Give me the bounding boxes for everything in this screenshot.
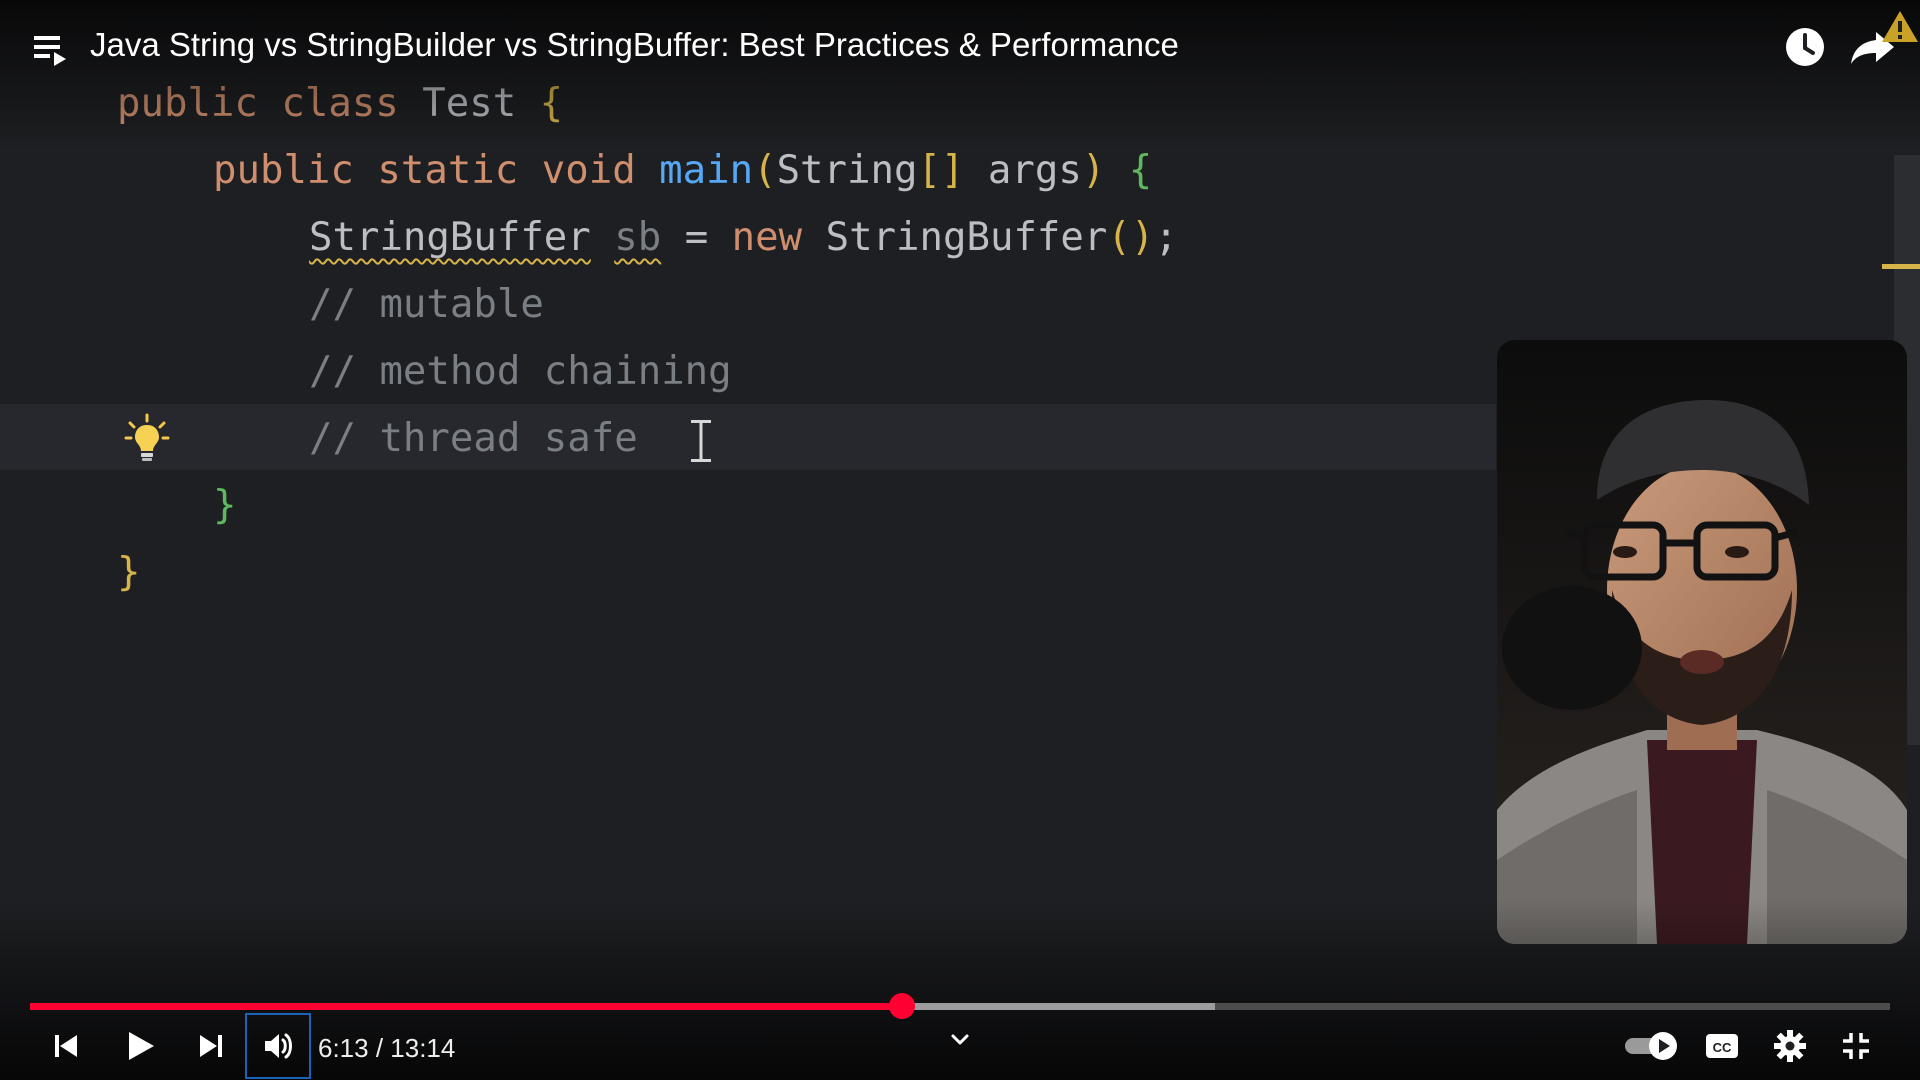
code-editor-frame: public class Test { public static void m…: [0, 70, 1496, 970]
code-token: sb: [614, 215, 662, 260]
code-line-5: // method chaining: [309, 338, 732, 405]
svg-text:CC: CC: [1713, 1040, 1732, 1055]
code-token: ;: [1154, 215, 1178, 260]
current-line-highlight: [0, 404, 1496, 470]
progress-bar[interactable]: [30, 993, 1890, 1019]
code-token: []: [917, 148, 965, 193]
code-line-3: StringBuffer sb = new StringBuffer();: [309, 204, 1178, 271]
chevron-down-icon: [949, 1032, 971, 1053]
code-line-6: // thread safe: [309, 405, 638, 472]
captions-icon: CC: [1704, 1031, 1740, 1066]
webcam-overlay: [1497, 340, 1907, 944]
autoplay-toggle[interactable]: [1622, 1020, 1682, 1076]
code-line-7: }: [213, 472, 236, 539]
time-current: 6:13: [318, 1033, 369, 1063]
code-token: (): [1107, 215, 1155, 260]
text-cursor-icon: [688, 418, 714, 464]
play-icon: [123, 1029, 157, 1068]
warning-icon: [1880, 8, 1920, 44]
volume-button[interactable]: [254, 1020, 302, 1076]
lightbulb-icon[interactable]: [124, 413, 170, 463]
exit-fullscreen-button[interactable]: [1836, 1020, 1876, 1076]
playlist-button[interactable]: [28, 28, 72, 68]
exit-fullscreen-icon: [1840, 1030, 1872, 1067]
watch-later-icon: [1780, 28, 1830, 76]
code-comment: // mutable: [309, 282, 544, 327]
settings-button[interactable]: [1768, 1020, 1812, 1076]
next-icon: [195, 1030, 227, 1067]
settings-icon: [1773, 1029, 1807, 1068]
code-token: StringBuffer: [825, 215, 1108, 260]
code-token: static: [377, 148, 519, 193]
scrollbar-warning-marker: [1882, 264, 1920, 269]
code-token: (: [753, 148, 777, 193]
captions-button[interactable]: CC: [1702, 1020, 1742, 1076]
volume-icon: [261, 1029, 295, 1068]
code-token: public: [213, 148, 354, 193]
code-token: args: [987, 148, 1082, 193]
time-separator: /: [368, 1033, 391, 1063]
code-token: ): [1081, 148, 1106, 193]
chapter-expand-button[interactable]: [944, 1024, 976, 1060]
progress-played: [30, 1003, 903, 1010]
code-line-2: public static void main(String[] args) {: [213, 137, 1152, 204]
code-token: void: [541, 148, 636, 193]
time-total: 13:14: [390, 1033, 456, 1063]
progress-scrubber[interactable]: [889, 993, 916, 1019]
title-bar: Java String vs StringBuilder vs StringBu…: [0, 0, 1920, 90]
watch-later-button[interactable]: [1780, 22, 1830, 72]
code-token: main: [659, 148, 754, 193]
code-token: }: [213, 483, 237, 528]
code-comment: // thread safe: [309, 416, 638, 461]
play-button[interactable]: [116, 1020, 164, 1076]
previous-icon: [50, 1030, 82, 1067]
time-display: 6:13 / 13:14: [318, 1028, 455, 1068]
code-token: StringBuffer: [309, 215, 591, 260]
code-line-8: }: [117, 539, 140, 606]
next-button[interactable]: [189, 1020, 233, 1076]
playlist-icon: [28, 36, 72, 72]
autoplay-toggle-icon: [1623, 1029, 1681, 1068]
code-token: new: [731, 215, 803, 260]
code-token: =: [684, 215, 709, 260]
previous-button[interactable]: [44, 1020, 88, 1076]
video-title[interactable]: Java String vs StringBuilder vs StringBu…: [90, 22, 1179, 68]
code-token: {: [1128, 148, 1153, 193]
share-icon: [1846, 32, 1900, 76]
video-player[interactable]: public class Test { public static void m…: [0, 0, 1920, 1080]
code-token: String: [776, 148, 918, 193]
code-comment: // method chaining: [309, 349, 732, 394]
code-token: }: [117, 550, 141, 595]
code-line-4: // mutable: [309, 271, 544, 338]
